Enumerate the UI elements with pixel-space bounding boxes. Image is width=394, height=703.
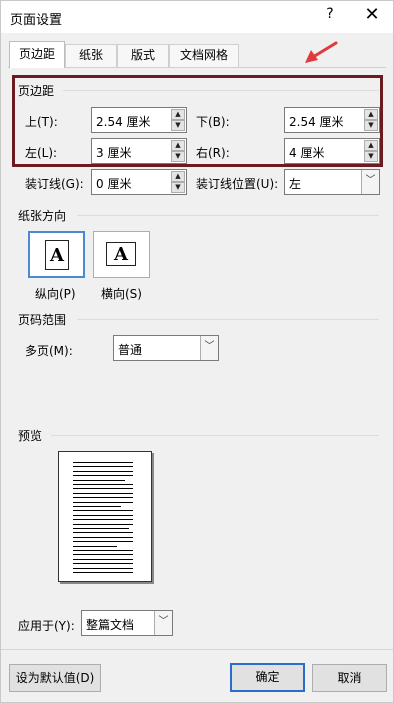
preview-text-line: [73, 558, 133, 560]
cancel-button[interactable]: 取消: [312, 664, 387, 692]
orientation-section-title: 纸张方向: [18, 209, 67, 223]
preview-separator: [51, 435, 379, 436]
preview-text-line: [73, 479, 125, 481]
pages-section-title: 页码范围: [18, 313, 67, 327]
preview-text-line: [73, 528, 129, 529]
preview-text-line: [73, 572, 133, 573]
tab-layout[interactable]: 版式: [117, 44, 169, 67]
preview-text-line: [73, 519, 133, 521]
pages-separator: [77, 319, 379, 320]
chevron-down-icon: ﹀: [200, 336, 218, 360]
preview-text-line: [73, 492, 133, 494]
preview-text-line: [73, 462, 133, 463]
multiple-pages-value: 普通: [118, 343, 143, 357]
apply-to-value: 整篇文档: [86, 618, 135, 632]
portrait-label[interactable]: 纵向(P): [35, 285, 76, 302]
page-setup-dialog: 页面设置 ? ✕ 页边距 纸张 版式 文档网格 页边距 上(T): 2.54 厘…: [0, 0, 394, 703]
footer-separator: [1, 649, 393, 650]
preview-text-line: [73, 514, 133, 516]
preview-text-line: [73, 550, 133, 551]
portrait-button[interactable]: A: [28, 231, 85, 278]
preview-text-line: [73, 554, 133, 556]
chevron-down-icon: ﹀: [361, 170, 379, 194]
preview-text-line: [73, 501, 133, 503]
close-button[interactable]: ✕: [361, 4, 383, 25]
preview-text-line: [73, 506, 121, 507]
preview-text-line: [73, 470, 133, 472]
gutter-position-value: 左: [289, 177, 302, 191]
apply-to-label: 应用于(Y):: [18, 619, 75, 633]
margins-highlight-box: [12, 75, 383, 167]
portrait-page-icon: A: [45, 240, 69, 270]
preview-text-line: [73, 510, 133, 512]
annotation-arrow-icon: [305, 41, 338, 63]
preview-text-line: [73, 536, 133, 538]
preview-text-line: [73, 484, 133, 485]
help-button[interactable]: ?: [321, 6, 339, 22]
preview-text-line: [73, 475, 133, 477]
tab-margins[interactable]: 页边距: [9, 41, 65, 68]
tab-paper[interactable]: 纸张: [65, 44, 117, 67]
preview-text-line: [73, 466, 133, 468]
gutter-value: 0 厘米: [96, 177, 132, 191]
preview-text-line: [73, 541, 133, 543]
landscape-label[interactable]: 横向(S): [101, 285, 142, 302]
preview-text-line: [73, 567, 133, 569]
gutter-label: 装订线(G):: [25, 177, 84, 191]
gutter-input[interactable]: 0 厘米 ▲ ▼: [91, 169, 187, 195]
chevron-down-icon: ﹀: [154, 611, 172, 635]
preview-text-line: [73, 497, 133, 499]
apply-to-select[interactable]: 整篇文档 ﹀: [81, 610, 173, 636]
preview-text-line: [73, 532, 133, 534]
gutter-up-icon[interactable]: ▲: [171, 171, 185, 182]
gutter-position-label: 装订线位置(U):: [196, 177, 279, 191]
dialog-title: 页面设置: [10, 13, 63, 28]
preview-text-line: [73, 545, 117, 547]
landscape-button[interactable]: A: [93, 231, 150, 278]
preview-text-line: [73, 488, 133, 490]
multiple-pages-select[interactable]: 普通 ﹀: [113, 335, 219, 361]
ok-button[interactable]: 确定: [230, 663, 305, 692]
preview-text-line: [73, 563, 133, 565]
preview-page: [58, 451, 152, 582]
gutter-position-select[interactable]: 左 ﹀: [284, 169, 380, 195]
preview-section-title: 预览: [18, 429, 43, 443]
multiple-pages-label: 多页(M):: [25, 344, 73, 358]
landscape-page-icon: A: [106, 242, 136, 266]
set-default-button[interactable]: 设为默认值(D): [9, 664, 101, 692]
tab-doc-grid[interactable]: 文档网格: [169, 44, 239, 67]
gutter-down-icon[interactable]: ▼: [171, 182, 185, 193]
orientation-separator: [77, 215, 379, 216]
preview-text-line: [73, 523, 133, 525]
